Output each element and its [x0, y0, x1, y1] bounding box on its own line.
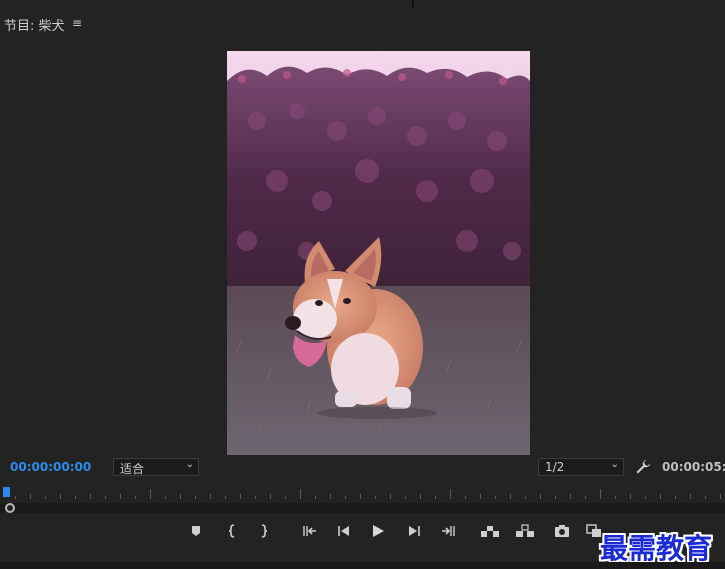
ruler-tick [360, 494, 361, 499]
top-panel-strip [0, 0, 725, 9]
ruler-tick [135, 496, 136, 499]
zoom-level-select[interactable]: 适合 ⌄ [113, 458, 199, 476]
ruler-tick [465, 496, 466, 499]
hamburger-menu-icon[interactable]: ≡ [72, 16, 82, 30]
ruler-tick [675, 496, 676, 499]
bottom-panel-strip [0, 562, 725, 569]
current-timecode[interactable]: 00:00:00:00 [10, 460, 91, 474]
ruler-tick [30, 494, 31, 499]
panel-divider[interactable] [412, 0, 414, 9]
panel-header: 节目: 柴犬 ≡ [0, 9, 725, 37]
playback-resolution-value: 1/2 [545, 460, 565, 474]
ruler-tick [540, 494, 541, 499]
zoom-level-value: 适合 [120, 462, 145, 476]
panel-title[interactable]: 节目: 柴犬 [4, 15, 65, 34]
ruler-tick [180, 494, 181, 499]
chevron-down-icon: ⌄ [610, 459, 619, 470]
ruler-tick [630, 494, 631, 499]
playhead-handle[interactable] [3, 487, 10, 497]
ruler-tick [60, 494, 61, 499]
ruler-tick [435, 496, 436, 499]
ruler-tick [585, 496, 586, 499]
ruler-tick [45, 496, 46, 499]
ruler-tick [255, 496, 256, 499]
ruler-tick [90, 494, 91, 499]
playback-resolution-select[interactable]: 1/2 ⌄ [538, 458, 624, 476]
ruler-tick [705, 496, 706, 499]
ruler-tick [420, 494, 421, 499]
go-to-out-icon[interactable] [436, 519, 460, 543]
ruler-tick [210, 494, 211, 499]
corgi-photo [227, 51, 530, 455]
ruler-tick [690, 494, 691, 499]
add-marker-icon[interactable] [184, 519, 208, 543]
extract-icon[interactable] [513, 519, 537, 543]
settings-wrench-icon[interactable] [634, 458, 652, 476]
chevron-down-icon: ⌄ [185, 459, 194, 470]
ruler-tick [150, 489, 151, 499]
ruler-tick [105, 496, 106, 499]
go-to-in-icon[interactable] [298, 519, 322, 543]
ruler-tick [195, 496, 196, 499]
step-forward-icon[interactable] [402, 519, 426, 543]
ruler-tick [330, 494, 331, 499]
ruler-tick [645, 496, 646, 499]
zoom-scrollbar[interactable] [0, 503, 725, 513]
ruler-tick [720, 494, 721, 499]
program-viewer[interactable] [227, 51, 530, 455]
mark-in-icon[interactable] [220, 519, 244, 543]
ruler-tick [570, 494, 571, 499]
ruler-tick [165, 496, 166, 499]
ruler-tick [660, 494, 661, 499]
ruler-tick [525, 496, 526, 499]
ruler-tick [450, 489, 451, 499]
ruler-tick [240, 494, 241, 499]
ruler-tick [495, 496, 496, 499]
time-ruler[interactable] [0, 485, 725, 505]
mark-out-icon[interactable] [252, 519, 276, 543]
ruler-tick [555, 496, 556, 499]
ruler-tick [375, 496, 376, 499]
ruler-tick [480, 494, 481, 499]
ruler-tick [615, 496, 616, 499]
step-back-icon[interactable] [332, 519, 356, 543]
ruler-tick [225, 496, 226, 499]
watermark-text: 最需教育 [600, 532, 713, 565]
ruler-tick [600, 489, 601, 499]
ruler-tick [390, 494, 391, 499]
ruler-tick [75, 496, 76, 499]
program-monitor-panel: 节目: 柴犬 ≡ 00:00:00:00 适合 ⌄ 1/2 ⌄ 00:00:05… [0, 9, 725, 565]
ruler-tick [345, 496, 346, 499]
ruler-tick [285, 496, 286, 499]
ruler-tick [510, 494, 511, 499]
duration-timecode: 00:00:05:0 [662, 460, 725, 474]
zoom-scroll-knob[interactable] [5, 503, 15, 513]
play-icon[interactable] [366, 519, 390, 543]
ruler-tick [315, 496, 316, 499]
export-frame-icon[interactable] [550, 519, 574, 543]
ruler-tick [405, 496, 406, 499]
ruler-tick [120, 494, 121, 499]
ruler-tick [15, 496, 16, 499]
ruler-tick [270, 494, 271, 499]
lift-icon[interactable] [478, 519, 502, 543]
ruler-tick [300, 489, 301, 499]
